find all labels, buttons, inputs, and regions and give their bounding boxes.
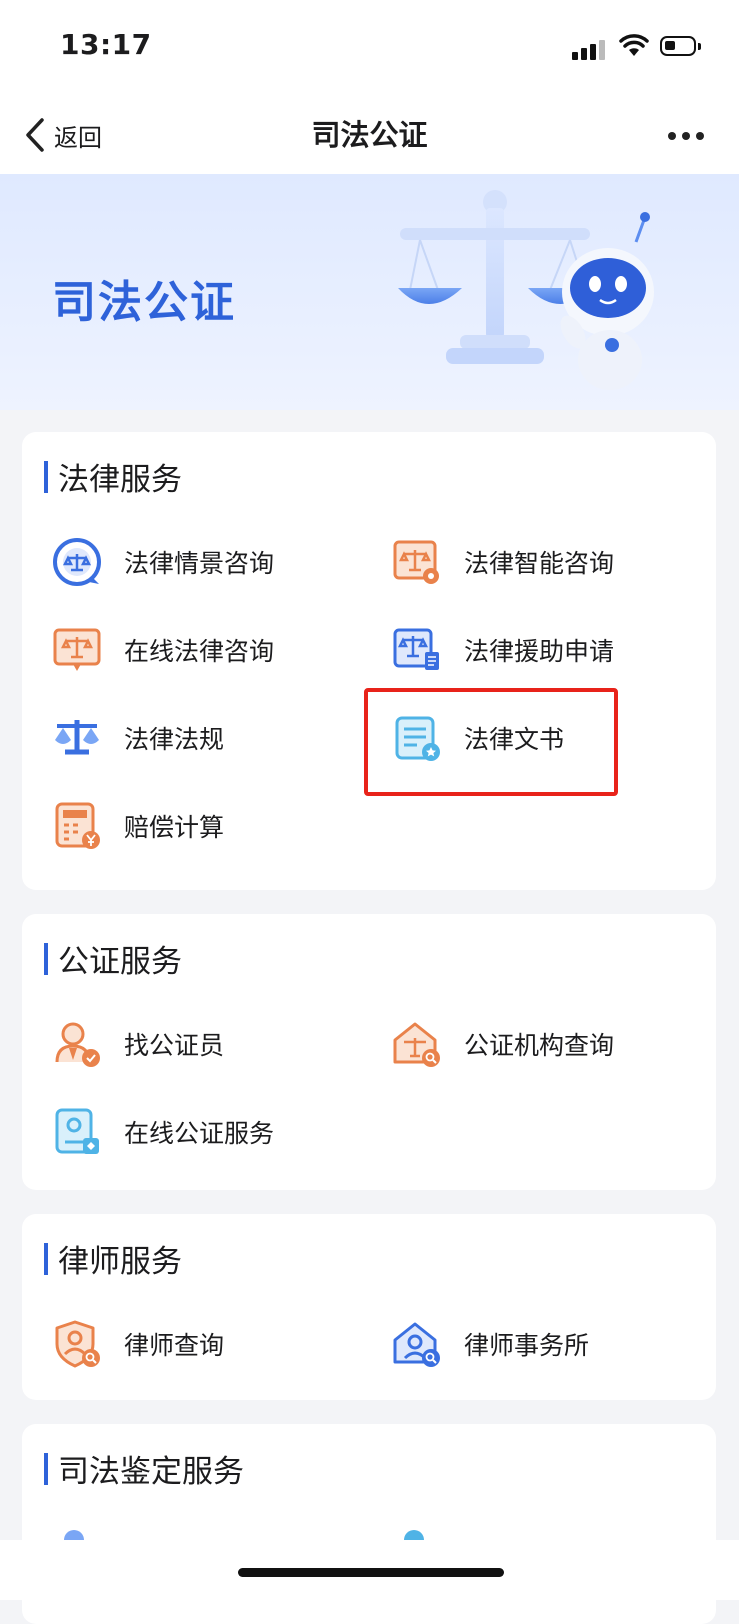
nav-bar: 返回 司法公证 bbox=[0, 96, 739, 174]
page-title: 司法公证 bbox=[311, 118, 428, 152]
section-header: 司法鉴定服务 bbox=[44, 1446, 244, 1491]
section-title: 律师服务 bbox=[58, 1244, 182, 1280]
section-accent-bar bbox=[44, 1452, 48, 1485]
item-label: 赔偿计算 bbox=[124, 813, 225, 842]
legal-smart-consult-item[interactable]: 法律智能咨询 bbox=[390, 532, 614, 592]
more-options-icon[interactable] bbox=[668, 126, 718, 146]
section-title: 法律服务 bbox=[58, 462, 182, 498]
section-header: 律师服务 bbox=[44, 1236, 182, 1281]
banner-title: 司法公证 bbox=[52, 277, 236, 328]
section-header: 法律服务 bbox=[44, 454, 182, 499]
item-label: 律师事务所 bbox=[464, 1331, 590, 1360]
scale-chat-icon bbox=[50, 535, 104, 589]
banner: 司法公证 bbox=[0, 174, 739, 410]
battery-icon bbox=[660, 36, 701, 56]
item-label: 法律法规 bbox=[124, 725, 225, 754]
compensation-calc-item[interactable]: 赔偿计算 bbox=[50, 796, 224, 856]
scale-board-icon bbox=[50, 623, 104, 677]
partial-icon-right bbox=[404, 1530, 424, 1540]
item-label: 找公证员 bbox=[124, 1031, 225, 1060]
lawyer-search-item[interactable]: 律师查询 bbox=[50, 1314, 224, 1374]
scale-icon bbox=[50, 711, 104, 765]
highlight-box bbox=[364, 688, 618, 796]
institution-search-icon bbox=[390, 1017, 444, 1071]
item-label: 法律智能咨询 bbox=[464, 549, 615, 578]
wifi-icon bbox=[619, 34, 649, 56]
signal-icon bbox=[572, 38, 612, 60]
laws-regulations-item[interactable]: 法律法规 bbox=[50, 708, 224, 768]
item-label: 律师查询 bbox=[124, 1331, 225, 1360]
section-title: 司法鉴定服务 bbox=[58, 1454, 244, 1490]
scale-doc-icon bbox=[390, 623, 444, 677]
find-notary-item[interactable]: 找公证员 bbox=[50, 1014, 224, 1074]
item-label: 法律情景咨询 bbox=[124, 549, 275, 578]
item-label: 在线法律咨询 bbox=[124, 637, 275, 666]
section-title: 公证服务 bbox=[58, 944, 182, 980]
status-bar: 13:17 bbox=[0, 0, 739, 96]
scale-robot-illustration bbox=[398, 190, 654, 390]
legal-scenario-consult-item[interactable]: 法律情景咨询 bbox=[50, 532, 274, 592]
item-label: 公证机构查询 bbox=[464, 1031, 615, 1060]
section-accent-bar bbox=[44, 460, 48, 493]
legal-aid-apply-item[interactable]: 法律援助申请 bbox=[390, 620, 614, 680]
lawyer-search-icon bbox=[50, 1317, 104, 1371]
online-notary-service-item[interactable]: 在线公证服务 bbox=[50, 1102, 274, 1162]
home-indicator[interactable] bbox=[238, 1568, 504, 1577]
item-label: 在线公证服务 bbox=[124, 1119, 275, 1148]
section-header: 公证服务 bbox=[44, 936, 182, 981]
item-label: 法律援助申请 bbox=[464, 637, 615, 666]
calculator-yen-icon bbox=[50, 799, 104, 853]
law-firm-icon bbox=[390, 1317, 444, 1371]
partial-icon-left bbox=[64, 1530, 84, 1540]
section-accent-bar bbox=[44, 1242, 48, 1275]
scale-gear-icon bbox=[390, 535, 444, 589]
notary-person-icon bbox=[50, 1017, 104, 1071]
section-accent-bar bbox=[44, 942, 48, 975]
law-firm-item[interactable]: 律师事务所 bbox=[390, 1314, 589, 1374]
online-notary-icon bbox=[50, 1105, 104, 1159]
online-legal-consult-item[interactable]: 在线法律咨询 bbox=[50, 620, 274, 680]
notary-institution-search-item[interactable]: 公证机构查询 bbox=[390, 1014, 614, 1074]
status-time: 13:17 bbox=[60, 28, 152, 61]
